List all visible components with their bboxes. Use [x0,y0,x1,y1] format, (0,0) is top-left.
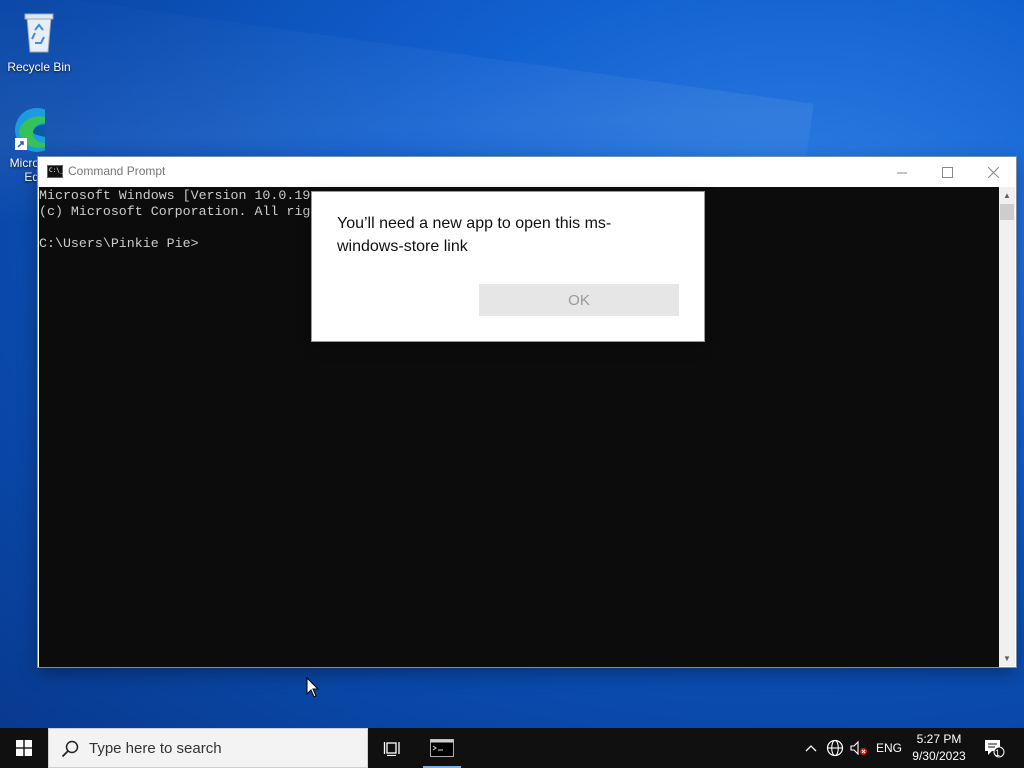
task-view-button[interactable] [372,728,412,768]
recycle-bin-label: Recycle Bin [7,60,71,74]
globe-icon [826,739,844,757]
cmd-app-icon [47,165,63,178]
maximize-icon [941,166,953,178]
volume-button[interactable] [848,728,870,768]
dialog-message: You’ll need a new app to open this ms-wi… [337,215,612,255]
search-placeholder: Type here to search [89,740,222,757]
volume-muted-icon [850,740,867,756]
clock-date: 9/30/2023 [912,749,966,763]
scroll-up-arrow-icon[interactable]: ▲ [999,187,1015,203]
network-button[interactable] [824,728,846,768]
edge-icon [13,106,45,154]
start-button[interactable] [0,728,48,768]
scroll-thumb[interactable] [1000,204,1014,220]
input-language[interactable]: ENG [876,741,902,755]
show-hidden-icons-button[interactable] [802,728,820,768]
command-prompt-icon [430,739,454,757]
minimize-icon [896,172,907,173]
taskbar-command-prompt[interactable] [423,728,461,768]
chevron-up-icon [805,745,817,752]
close-button[interactable] [970,157,1016,187]
taskbar-search-box[interactable]: Type here to search [48,728,368,768]
open-link-dialog: You’ll need a new app to open this ms-wi… [312,192,704,341]
search-icon [61,740,79,758]
maximize-button[interactable] [924,157,970,187]
recycle-bin-shortcut[interactable]: Recycle Bin [1,8,77,74]
desktop: Recycle Bin Micro Ed Command Prompt [0,0,1024,728]
cmd-titlebar[interactable]: Command Prompt [38,157,1016,187]
notification-count-badge: 1 [995,748,1001,758]
mouse-cursor-icon [306,677,320,698]
task-view-icon [383,742,400,756]
clock-time: 5:27 PM [916,732,962,746]
notification-icon [985,740,1005,758]
minimize-button[interactable] [879,157,925,187]
cmd-vertical-scrollbar[interactable]: ▲ ▼ [999,187,1015,666]
taskbar: Type here to search ENG 5:27 PM 9/30/202… [0,728,1024,768]
cmd-window-title: Command Prompt [68,164,166,178]
clock[interactable]: 5:27 PM 9/30/2023 [906,731,972,765]
recycle-bin-icon [15,8,63,56]
ok-button[interactable]: OK [479,284,679,316]
windows-logo-icon [16,740,32,756]
edge-label: Micro Ed [9,156,39,184]
close-icon [987,166,999,178]
action-center-button[interactable]: 1 [980,728,1008,768]
scroll-down-arrow-icon[interactable]: ▼ [999,650,1015,666]
